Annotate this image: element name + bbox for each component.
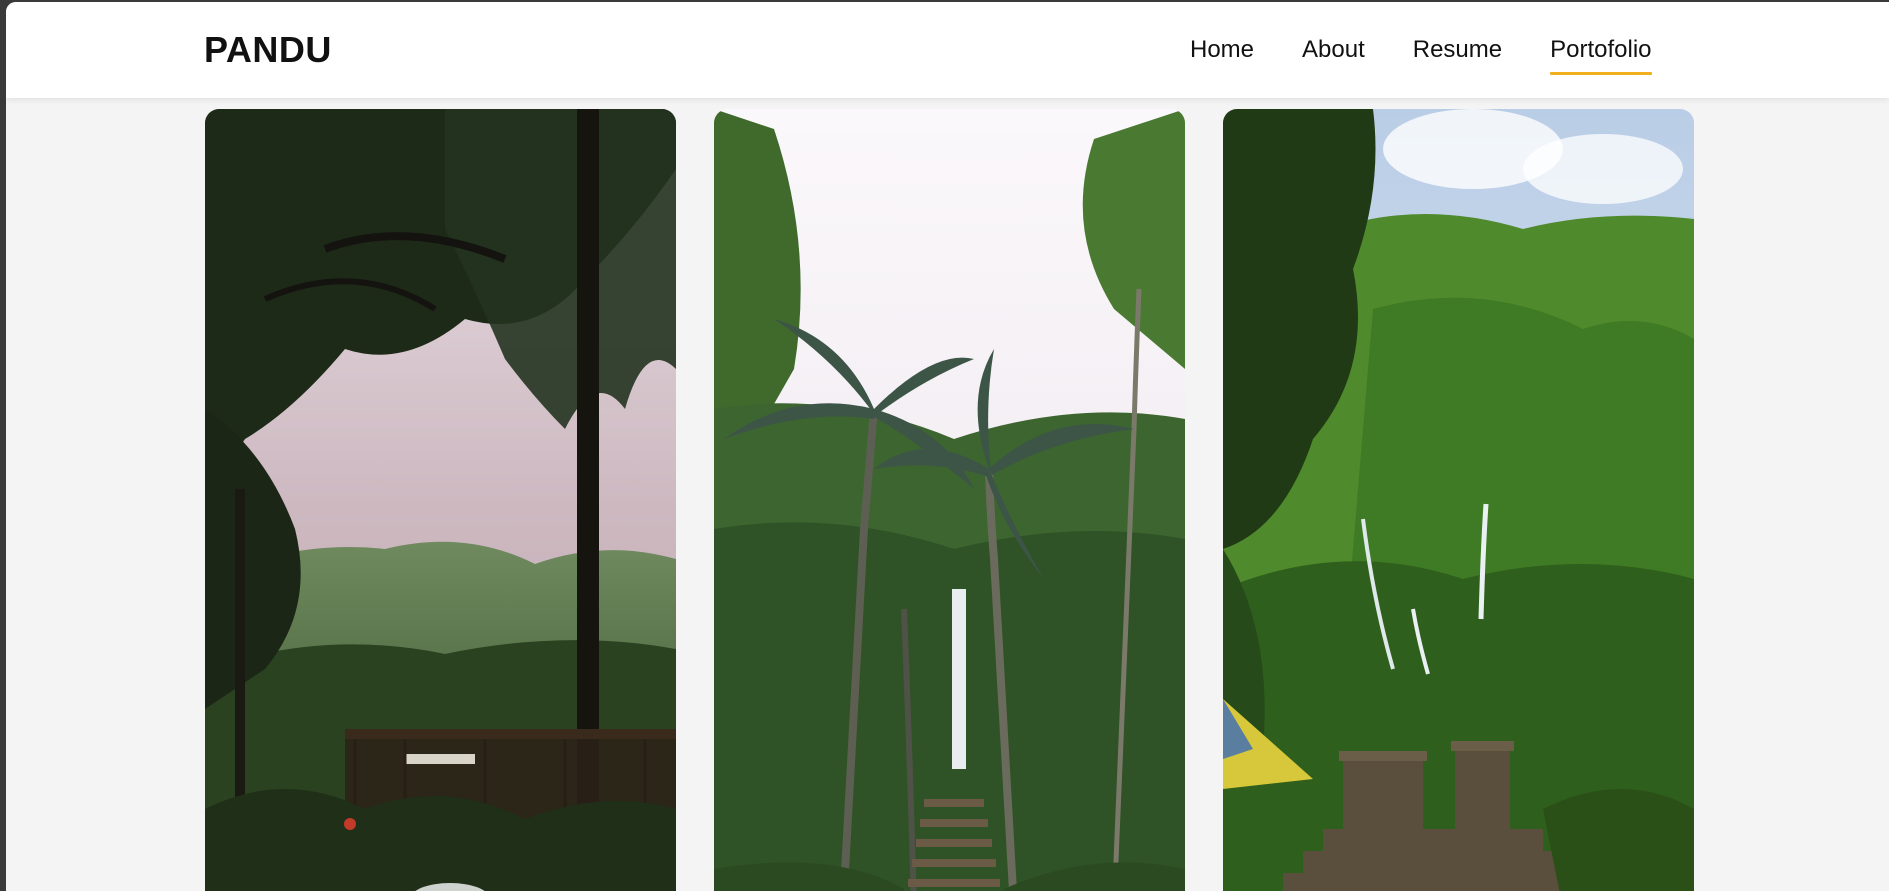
nav-home-link[interactable]: Home: [1190, 2, 1254, 64]
cliff-ruins-photo: [1223, 109, 1694, 891]
palm-waterfall-photo: [714, 109, 1185, 891]
brand-logo[interactable]: PANDU: [204, 29, 332, 71]
portfolio-card-cliff-ruins[interactable]: [1223, 109, 1694, 891]
forest-terrace-photo: [205, 109, 676, 891]
nav-about-link[interactable]: About: [1302, 2, 1365, 64]
browser-window: PANDU Home About Resume Portofolio: [6, 2, 1889, 891]
navbar: PANDU Home About Resume Portofolio: [6, 2, 1889, 98]
nav-resume-link[interactable]: Resume: [1413, 2, 1502, 64]
portfolio-card-forest[interactable]: [205, 109, 676, 891]
nav-menu: Home About Resume Portofolio: [1190, 2, 1652, 98]
portfolio-card-waterfall-stairs[interactable]: [714, 109, 1185, 891]
nav-portfolio-link[interactable]: Portofolio: [1550, 2, 1652, 75]
